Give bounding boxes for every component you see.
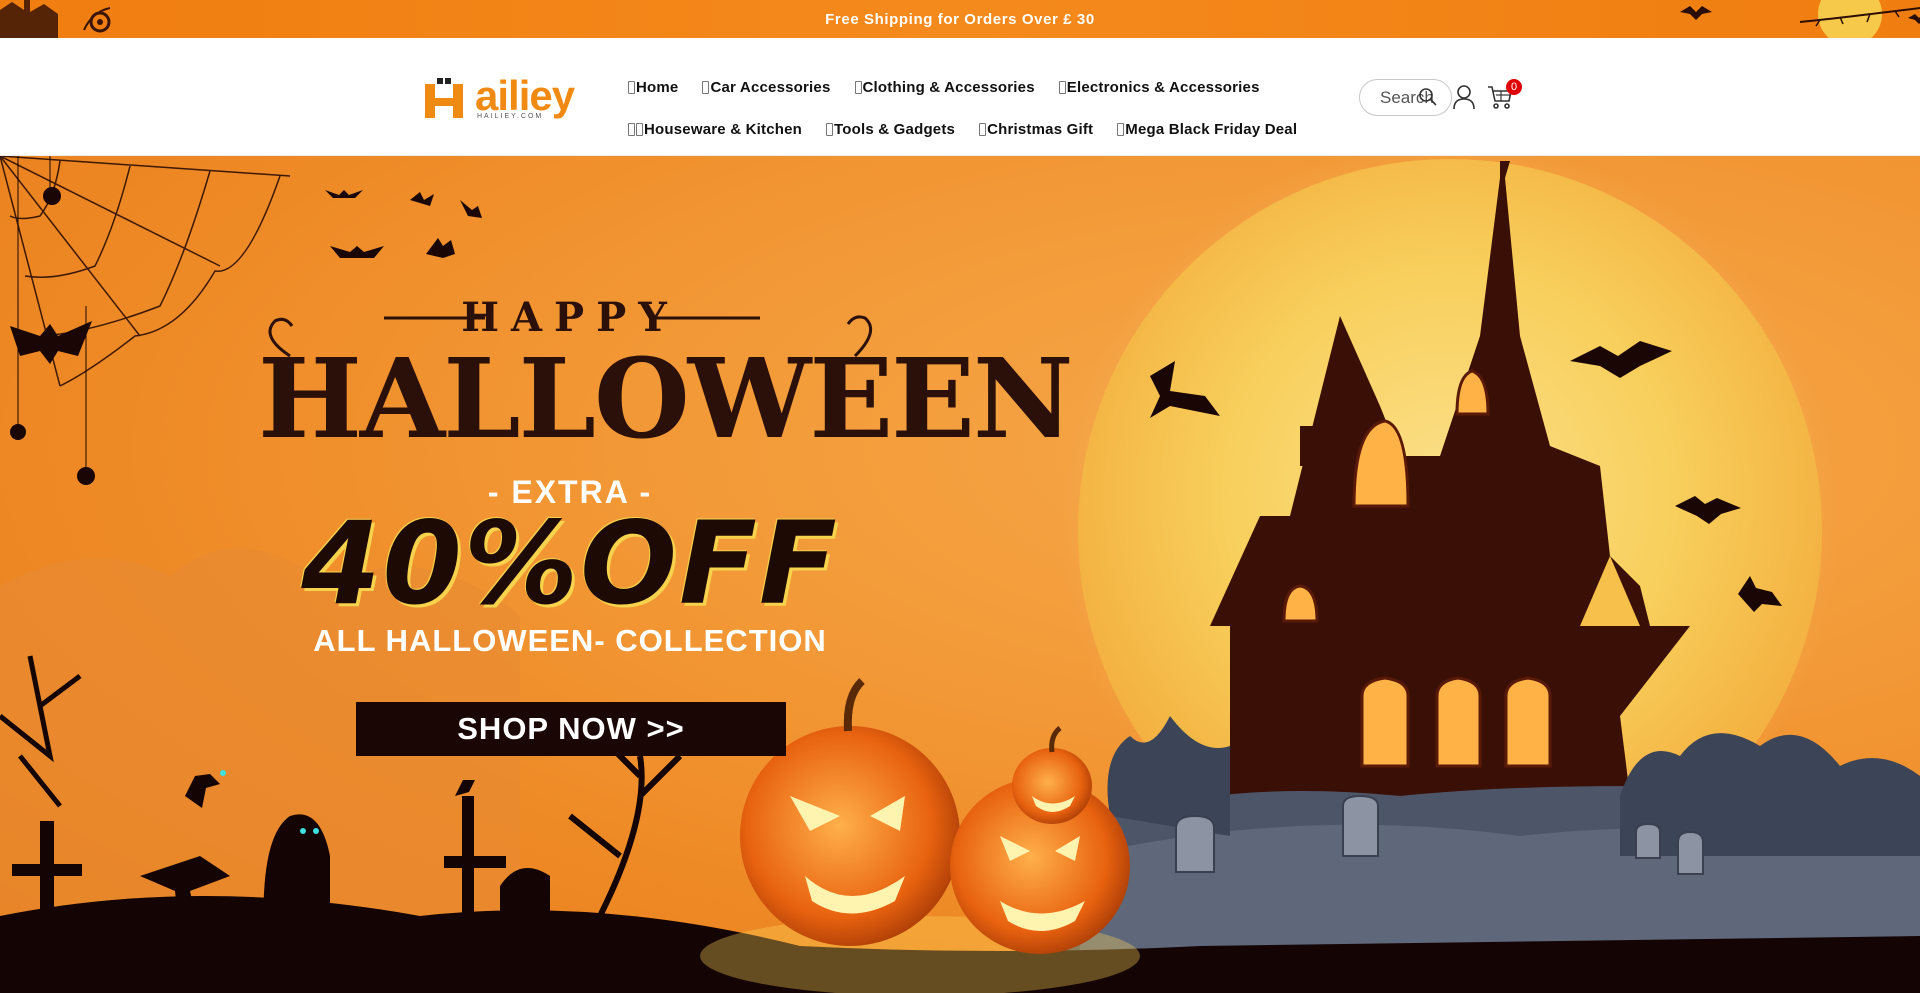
nav-label: Mega Black Friday Deal [1125, 120, 1298, 138]
nav-label: Home [636, 78, 679, 96]
nav-item-tools-gadgets[interactable]: Tools & Gadgets [826, 121, 955, 138]
missing-glyph-icon [702, 80, 710, 94]
nav-label: Electronics & Accessories [1066, 78, 1260, 96]
nav-item-houseware-kitchen[interactable]: Houseware & Kitchen [628, 121, 802, 138]
logo[interactable]: ailiey HAILIEY.COM [423, 74, 575, 124]
hero-collection-text: ALL HALLOWEEN- COLLECTION [313, 623, 827, 658]
logo-subtext: HAILIEY.COM [477, 113, 544, 120]
main-navigation: Home Car Accessories Clothing & Accessor… [628, 66, 1328, 150]
missing-glyph-icon [1117, 122, 1125, 136]
halloween-scene-illustration [0, 156, 1920, 993]
nav-item-clothing-accessories[interactable]: Clothing & Accessories [854, 78, 1035, 96]
nav-label: Clothing & Accessories [862, 78, 1035, 96]
search-box[interactable] [1359, 79, 1452, 116]
nav-label: Tools & Gadgets [834, 120, 956, 138]
account-icon[interactable] [1452, 84, 1476, 110]
announcement-text: Free Shipping for Orders Over £ 30 [825, 11, 1095, 28]
missing-glyph-icon [979, 122, 987, 136]
cart-count-badge: 0 [1506, 79, 1522, 95]
nav-label: Houseware & Kitchen [644, 120, 803, 138]
missing-glyph-icon [1058, 80, 1066, 94]
hero-discount: 40%OFF [301, 497, 839, 630]
hero-title: HALLOWEEN [258, 334, 1074, 463]
nav-item-electronics-accessories[interactable]: Electronics & Accessories [1058, 78, 1260, 96]
nav-row-1: Home Car Accessories Clothing & Accessor… [628, 66, 1328, 108]
logo-h-mark [425, 78, 463, 118]
nav-item-mega-black-friday-deal[interactable]: Mega Black Friday Deal [1117, 121, 1297, 138]
missing-glyph-icon [628, 122, 635, 136]
moon-bats-decoration [1680, 0, 1920, 38]
missing-glyph-icon [826, 122, 834, 136]
missing-glyph-icon [854, 80, 862, 94]
missing-glyph-icon [628, 80, 635, 94]
shop-now-button[interactable]: SHOP NOW >> [356, 702, 786, 756]
nav-item-car-accessories[interactable]: Car Accessories [702, 79, 830, 96]
search-icon[interactable] [1418, 87, 1438, 107]
hero-banner[interactable]: HAPPY HALLOWEEN - EXTRA - 40%OFF ALL HAL… [0, 156, 1920, 993]
nav-label: Christmas Gift [987, 120, 1094, 138]
missing-glyph-icon [636, 122, 643, 136]
nav-label: Car Accessories [710, 78, 831, 96]
nav-item-home[interactable]: Home [628, 79, 678, 96]
site-header: ailiey HAILIEY.COM Home Car Accessories … [0, 38, 1920, 156]
nav-item-christmas-gift[interactable]: Christmas Gift [979, 121, 1093, 138]
logo-wordmark: ailiey [475, 72, 575, 119]
announcement-bar: Free Shipping for Orders Over £ 30 [0, 0, 1920, 38]
nav-row-2: Houseware & Kitchen Tools & Gadgets Chri… [628, 108, 1328, 150]
